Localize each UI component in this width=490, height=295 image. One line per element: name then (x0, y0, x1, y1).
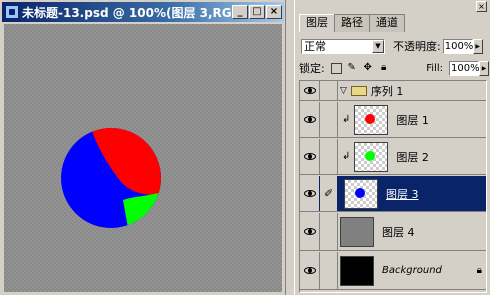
link-slot[interactable] (320, 213, 338, 250)
layer-name: 图层 1 (396, 113, 429, 127)
layer-name: Background (382, 265, 442, 276)
expand-triangle-icon[interactable]: ▽ (340, 86, 347, 96)
layer-row-1[interactable]: ↲ 图层 1 (300, 102, 486, 138)
layers-list: ▽ 序列 1 ↲ 图层 1 ↲ 图层 2 ✐ 图层 3 图层 4 Backgro… (299, 80, 487, 293)
visibility-eye-icon[interactable] (300, 139, 320, 174)
visibility-eye-icon[interactable] (300, 102, 320, 137)
fill-input[interactable]: 100% (449, 60, 480, 76)
link-slot[interactable] (320, 139, 338, 174)
blue-dot (355, 187, 365, 198)
window-title: 未标题-13.psd @ 100%(图层 3,RGB) (22, 5, 247, 20)
layer-thumbnail (354, 104, 389, 135)
clipping-arrow-icon: ↲ (342, 151, 351, 162)
layer-row-background[interactable]: Background 🔒︎ (300, 252, 486, 290)
tab-channels[interactable]: 通道 (369, 14, 405, 32)
layer-thumbnail (340, 255, 374, 286)
visibility-eye-icon[interactable] (300, 81, 320, 100)
folder-icon (350, 85, 367, 96)
circle-artwork (61, 128, 161, 228)
red-dot (365, 113, 376, 124)
link-slot[interactable] (320, 81, 338, 100)
green-dot (365, 150, 376, 161)
panel-close-button[interactable]: × (476, 1, 487, 12)
layer-row-3-selected[interactable]: ✐ 图层 3 (300, 176, 486, 212)
brush-icon: ✐ (323, 187, 334, 200)
visibility-eye-icon[interactable] (300, 176, 320, 211)
move-lock-icon[interactable]: ✥ (362, 62, 374, 74)
link-slot[interactable] (320, 252, 338, 289)
tab-paths[interactable]: 路径 (334, 14, 370, 32)
document-window: 未标题-13.psd @ 100%(图层 3,RGB) _ □ × (0, 0, 286, 295)
chevron-down-icon: ▼ (372, 39, 384, 53)
layer-name: 序列 1 (370, 84, 404, 98)
layers-panel: × 图层 路径 通道 正常 ▼ 不透明度: 100% ▶ 锁定: ✎ ✥ 🔒︎ … (294, 0, 490, 295)
layer-name: 图层 2 (396, 150, 429, 164)
clipping-arrow-icon: ↲ (342, 114, 351, 125)
layer-row-4[interactable]: 图层 4 (300, 213, 486, 251)
layer-thumbnail (354, 141, 389, 172)
padlock-icon: 🔒︎ (476, 265, 482, 276)
opacity-label: 不透明度: (393, 40, 441, 53)
visibility-eye-icon[interactable] (300, 252, 320, 289)
fill-arrow-icon[interactable]: ▶ (479, 60, 489, 76)
opacity-arrow-icon[interactable]: ▶ (472, 38, 483, 54)
image-canvas[interactable] (4, 24, 282, 292)
maximize-button[interactable]: □ (249, 5, 265, 19)
blend-mode-select[interactable]: 正常 ▼ (301, 38, 385, 54)
layer-thumbnail (344, 178, 378, 209)
photoshop-icon (5, 5, 19, 19)
visibility-eye-icon[interactable] (300, 213, 320, 250)
close-button[interactable]: × (266, 5, 282, 19)
layer-row-2[interactable]: ↲ 图层 2 (300, 139, 486, 175)
lock-label: 锁定: (299, 62, 325, 75)
layer-thumbnail (340, 216, 374, 247)
brush-lock-icon[interactable]: ✎ (346, 62, 358, 74)
transparency-lock-icon[interactable] (330, 62, 342, 74)
tab-layers[interactable]: 图层 (299, 14, 335, 32)
fill-label: Fill: (426, 62, 443, 74)
padlock-icon[interactable]: 🔒︎ (378, 62, 390, 74)
layer-group-sequence-1[interactable]: ▽ 序列 1 (300, 81, 486, 101)
window-titlebar[interactable]: 未标题-13.psd @ 100%(图层 3,RGB) _ □ × (2, 2, 284, 22)
minimize-button[interactable]: _ (232, 5, 248, 19)
link-slot[interactable] (320, 102, 338, 137)
layer-name: 图层 3 (386, 187, 419, 201)
layer-name: 图层 4 (382, 225, 415, 239)
opacity-input[interactable]: 100% (442, 38, 473, 54)
brush-link-slot[interactable]: ✐ (320, 176, 338, 211)
